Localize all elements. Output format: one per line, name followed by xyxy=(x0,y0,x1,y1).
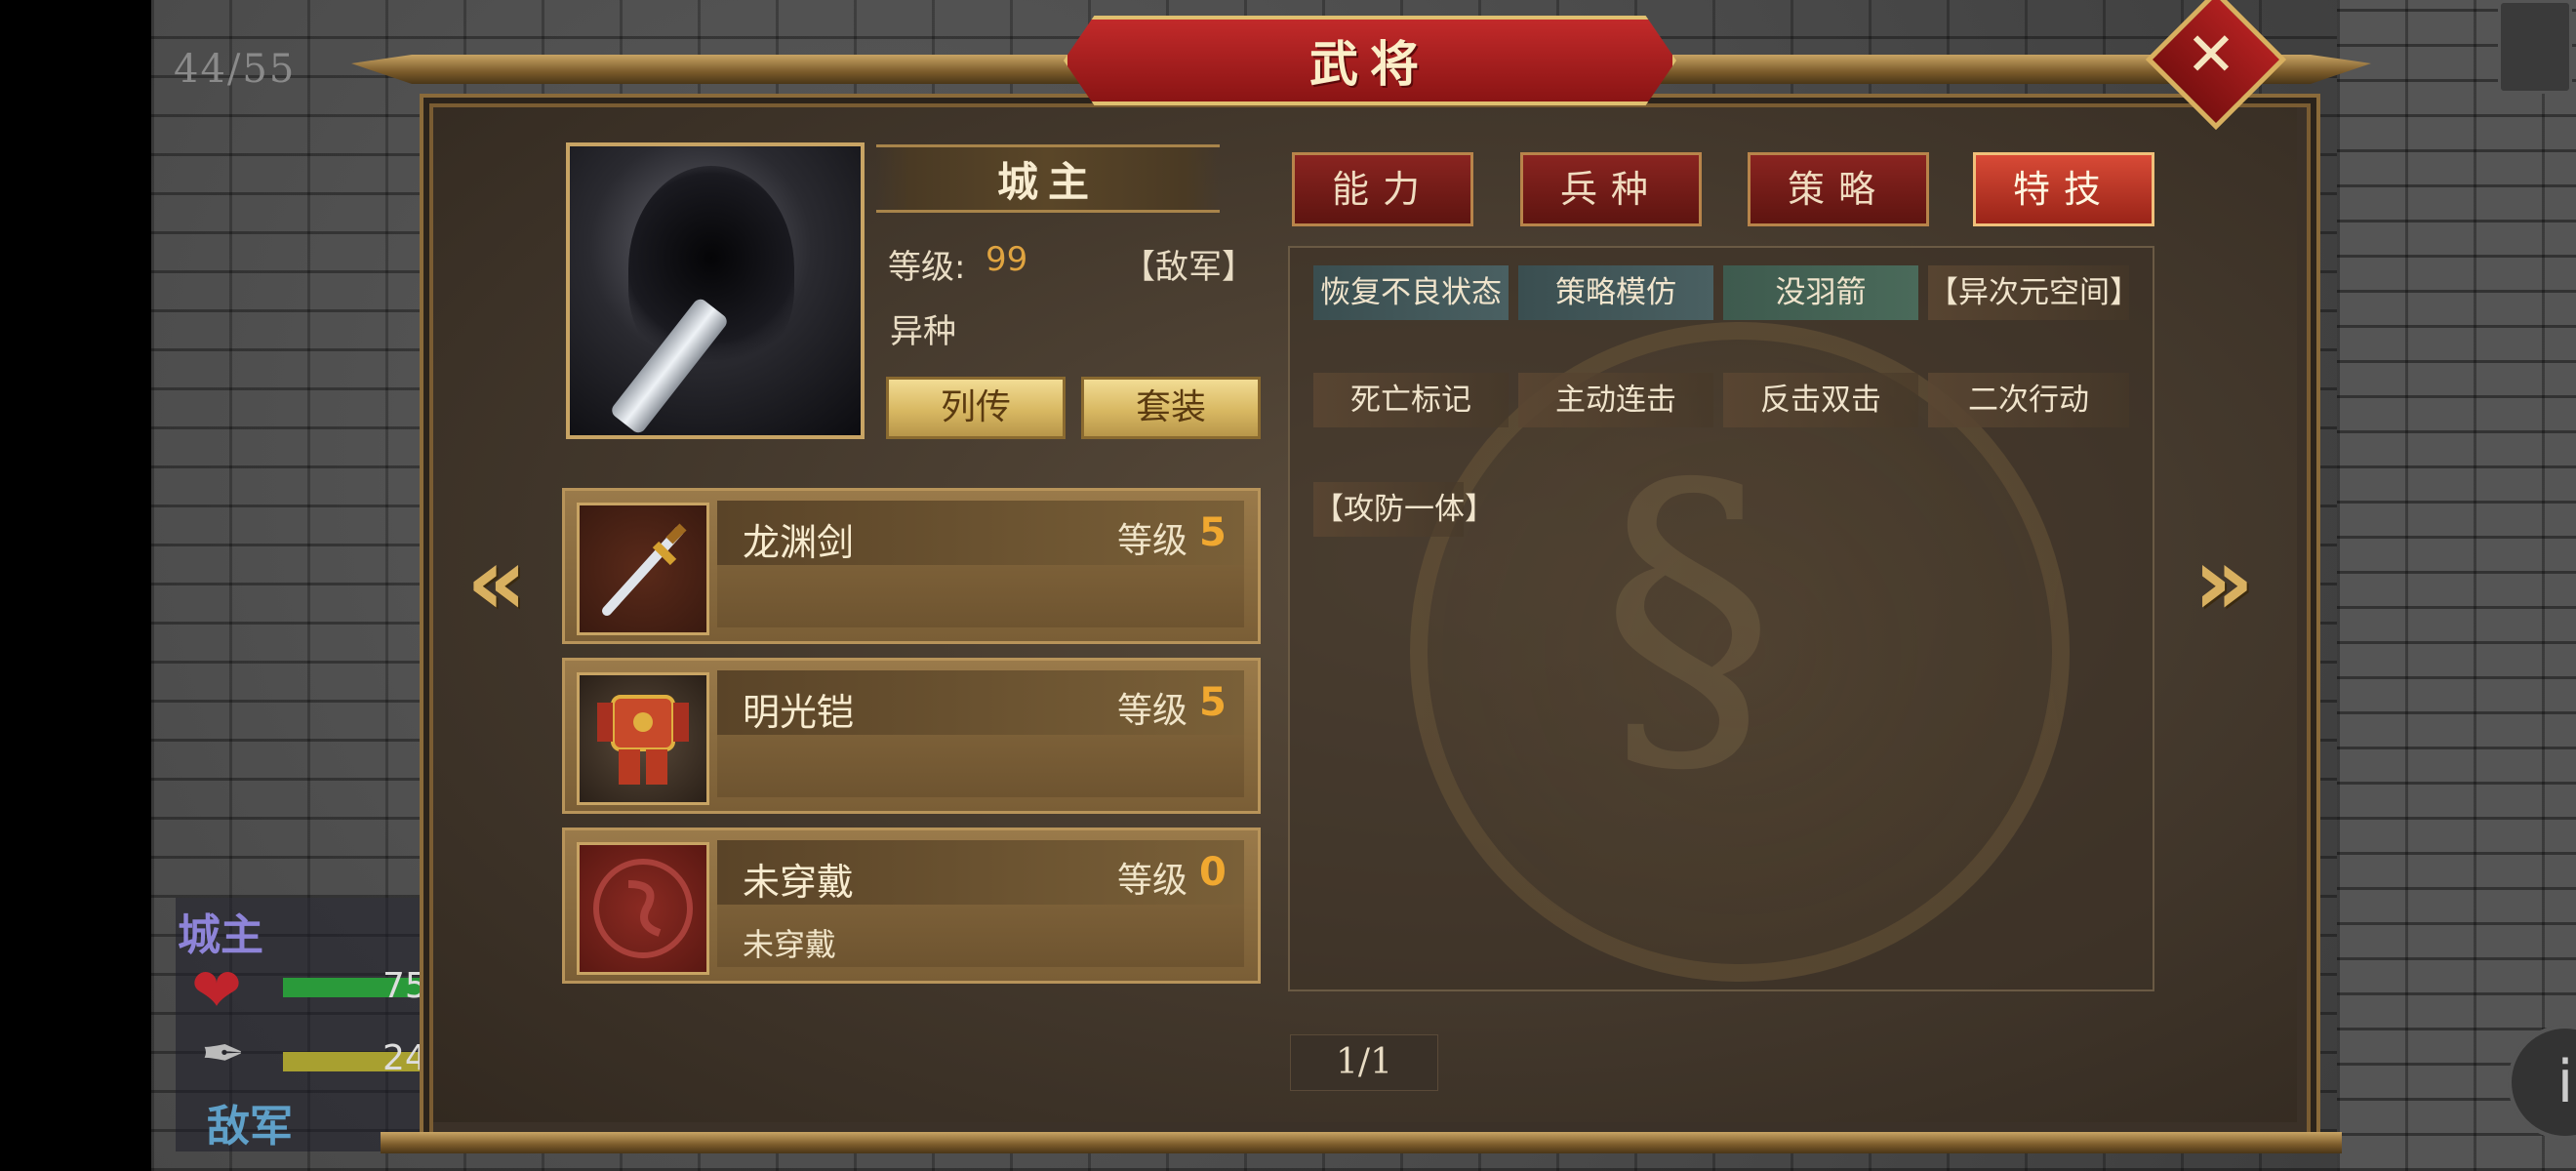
castle-wall xyxy=(2337,0,2576,1171)
panel-title: 武将 xyxy=(1309,35,1430,93)
heart-icon: ❤ xyxy=(191,954,242,1026)
skill-item[interactable]: 【异次元空间】 xyxy=(1928,265,2140,320)
equipment-set-button[interactable]: 套装 xyxy=(1081,377,1261,439)
skill-item[interactable]: 策略模仿 xyxy=(1518,265,1713,320)
equipment-slot-accessory[interactable]: 未穿戴 等级 0 未穿戴 xyxy=(562,828,1261,984)
next-arrow-icon[interactable]: » xyxy=(2194,527,2254,636)
skill-item[interactable]: 主动连击 xyxy=(1518,373,1713,427)
turn-counter: 44/55 xyxy=(174,47,297,92)
map-corner-button[interactable] xyxy=(2498,0,2572,94)
title-plate: 武将 xyxy=(1064,16,1676,105)
equipment-level-label: 等级 xyxy=(1117,521,1188,561)
general-name: 城主 xyxy=(996,157,1099,206)
equipment-level-label: 等级 xyxy=(1117,861,1188,901)
level-value: 99 xyxy=(986,240,1028,279)
equipment-level-label: 等级 xyxy=(1117,691,1188,731)
skill-item[interactable]: 恢复不良状态 xyxy=(1313,265,1509,320)
equipment-level: 0 xyxy=(1199,850,1227,895)
page-indicator: 1/1 xyxy=(1290,1034,1438,1091)
tab-troop-type[interactable]: 兵种 xyxy=(1520,152,1702,226)
equipment-name: 明光铠 xyxy=(743,691,855,734)
faction-label: 【敌军】 xyxy=(1122,248,1255,287)
biography-button[interactable]: 列传 xyxy=(886,377,1066,439)
race-label: 异种 xyxy=(890,312,956,351)
empty-slot-icon xyxy=(577,842,709,975)
unit-name: 城主 xyxy=(178,910,263,960)
previous-arrow-icon[interactable]: « xyxy=(466,527,527,636)
feather-icon: ✒ xyxy=(201,1023,246,1084)
equipment-level: 5 xyxy=(1199,510,1227,555)
tab-strategy[interactable]: 策略 xyxy=(1748,152,1929,226)
tab-skills[interactable]: 特技 xyxy=(1973,152,2154,226)
bottom-rail-decoration xyxy=(381,1132,2342,1153)
skill-item[interactable]: 反击双击 xyxy=(1723,373,1918,427)
skill-item[interactable]: 二次行动 xyxy=(1928,373,2129,427)
skill-item[interactable]: 没羽箭 xyxy=(1723,265,1918,320)
equipment-description: 未穿戴 xyxy=(743,926,837,963)
dragon-icon: § xyxy=(1600,410,1776,819)
equipment-name: 龙渊剑 xyxy=(743,521,855,564)
equipment-slot-weapon[interactable]: 龙渊剑 等级 5 xyxy=(562,488,1261,644)
unit-faction: 敌军 xyxy=(207,1102,293,1151)
level-label: 等级: xyxy=(888,248,966,287)
close-icon[interactable]: ✕ xyxy=(2166,10,2256,100)
equipment-name: 未穿戴 xyxy=(743,861,855,904)
tab-ability[interactable]: 能力 xyxy=(1292,152,1473,226)
general-portrait xyxy=(566,142,865,439)
armor-icon xyxy=(577,672,709,805)
name-banner: 城主 xyxy=(876,144,1220,213)
skill-item[interactable]: 【攻防一体】 xyxy=(1313,482,1495,537)
sword-icon xyxy=(577,503,709,635)
skill-item[interactable]: 死亡标记 xyxy=(1313,373,1509,427)
equipment-level: 5 xyxy=(1199,680,1227,725)
equipment-slot-armor[interactable]: 明光铠 等级 5 xyxy=(562,658,1261,814)
